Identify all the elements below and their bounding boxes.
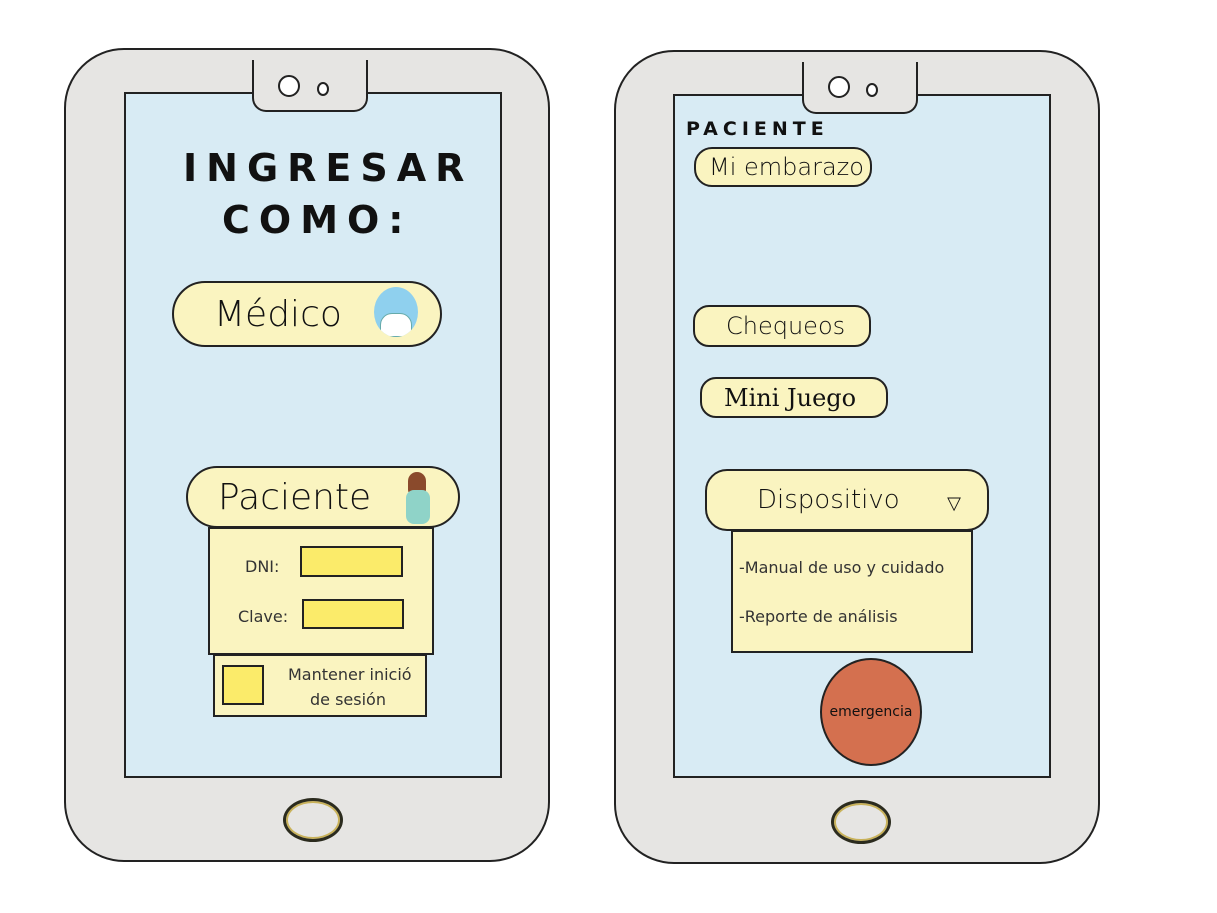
menu-chequeos[interactable]: Chequeos [693, 305, 871, 347]
login-title-line1: INGRESAR [183, 146, 474, 190]
pregnant-woman-icon [406, 472, 430, 524]
keep-session-checkbox[interactable] [222, 665, 264, 705]
home-button[interactable] [283, 798, 343, 842]
dni-label: DNI: [245, 557, 280, 576]
emergency-button[interactable]: emergencia [820, 658, 922, 766]
medico-button[interactable]: Médico [172, 281, 442, 347]
keep-session-label-2: de sesión [310, 690, 386, 709]
home-button[interactable] [831, 800, 891, 844]
sensor-icon [317, 82, 329, 96]
menu-mini-juego[interactable]: Mini Juego [700, 377, 888, 418]
login-title-line2: COMO: [222, 198, 413, 242]
triangle-down-icon: ▽ [947, 493, 961, 514]
phone-notch [802, 62, 918, 114]
paciente-button[interactable]: Paciente [186, 466, 460, 528]
clave-label: Clave: [238, 607, 289, 626]
clave-input[interactable] [302, 599, 404, 629]
camera-icon [278, 75, 300, 97]
paciente-label: Paciente [218, 476, 372, 518]
dni-input[interactable] [300, 546, 403, 577]
menu-label: Mi embarazo [709, 153, 864, 181]
sensor-icon [866, 83, 878, 97]
dropdown-label: Dispositivo [757, 485, 900, 515]
camera-icon [828, 76, 850, 98]
doctor-avatar-icon [374, 287, 418, 337]
phone-notch [252, 60, 368, 112]
medico-label: Médico [214, 293, 342, 335]
dropdown-menu [731, 530, 973, 653]
menu-label: Mini Juego [724, 383, 857, 412]
dropdown-item-reporte[interactable]: -Reporte de análisis [739, 607, 898, 626]
dispositivo-dropdown[interactable]: Dispositivo ▽ [705, 469, 989, 531]
emergency-label: emergencia [829, 704, 913, 720]
menu-mi-embarazo[interactable]: Mi embarazo [694, 147, 872, 187]
dropdown-item-manual[interactable]: -Manual de uso y cuidado [739, 558, 944, 577]
menu-label: Chequeos [726, 312, 846, 340]
keep-session-label-1: Mantener inició [288, 665, 412, 684]
patient-title: PACIENTE [686, 118, 829, 140]
